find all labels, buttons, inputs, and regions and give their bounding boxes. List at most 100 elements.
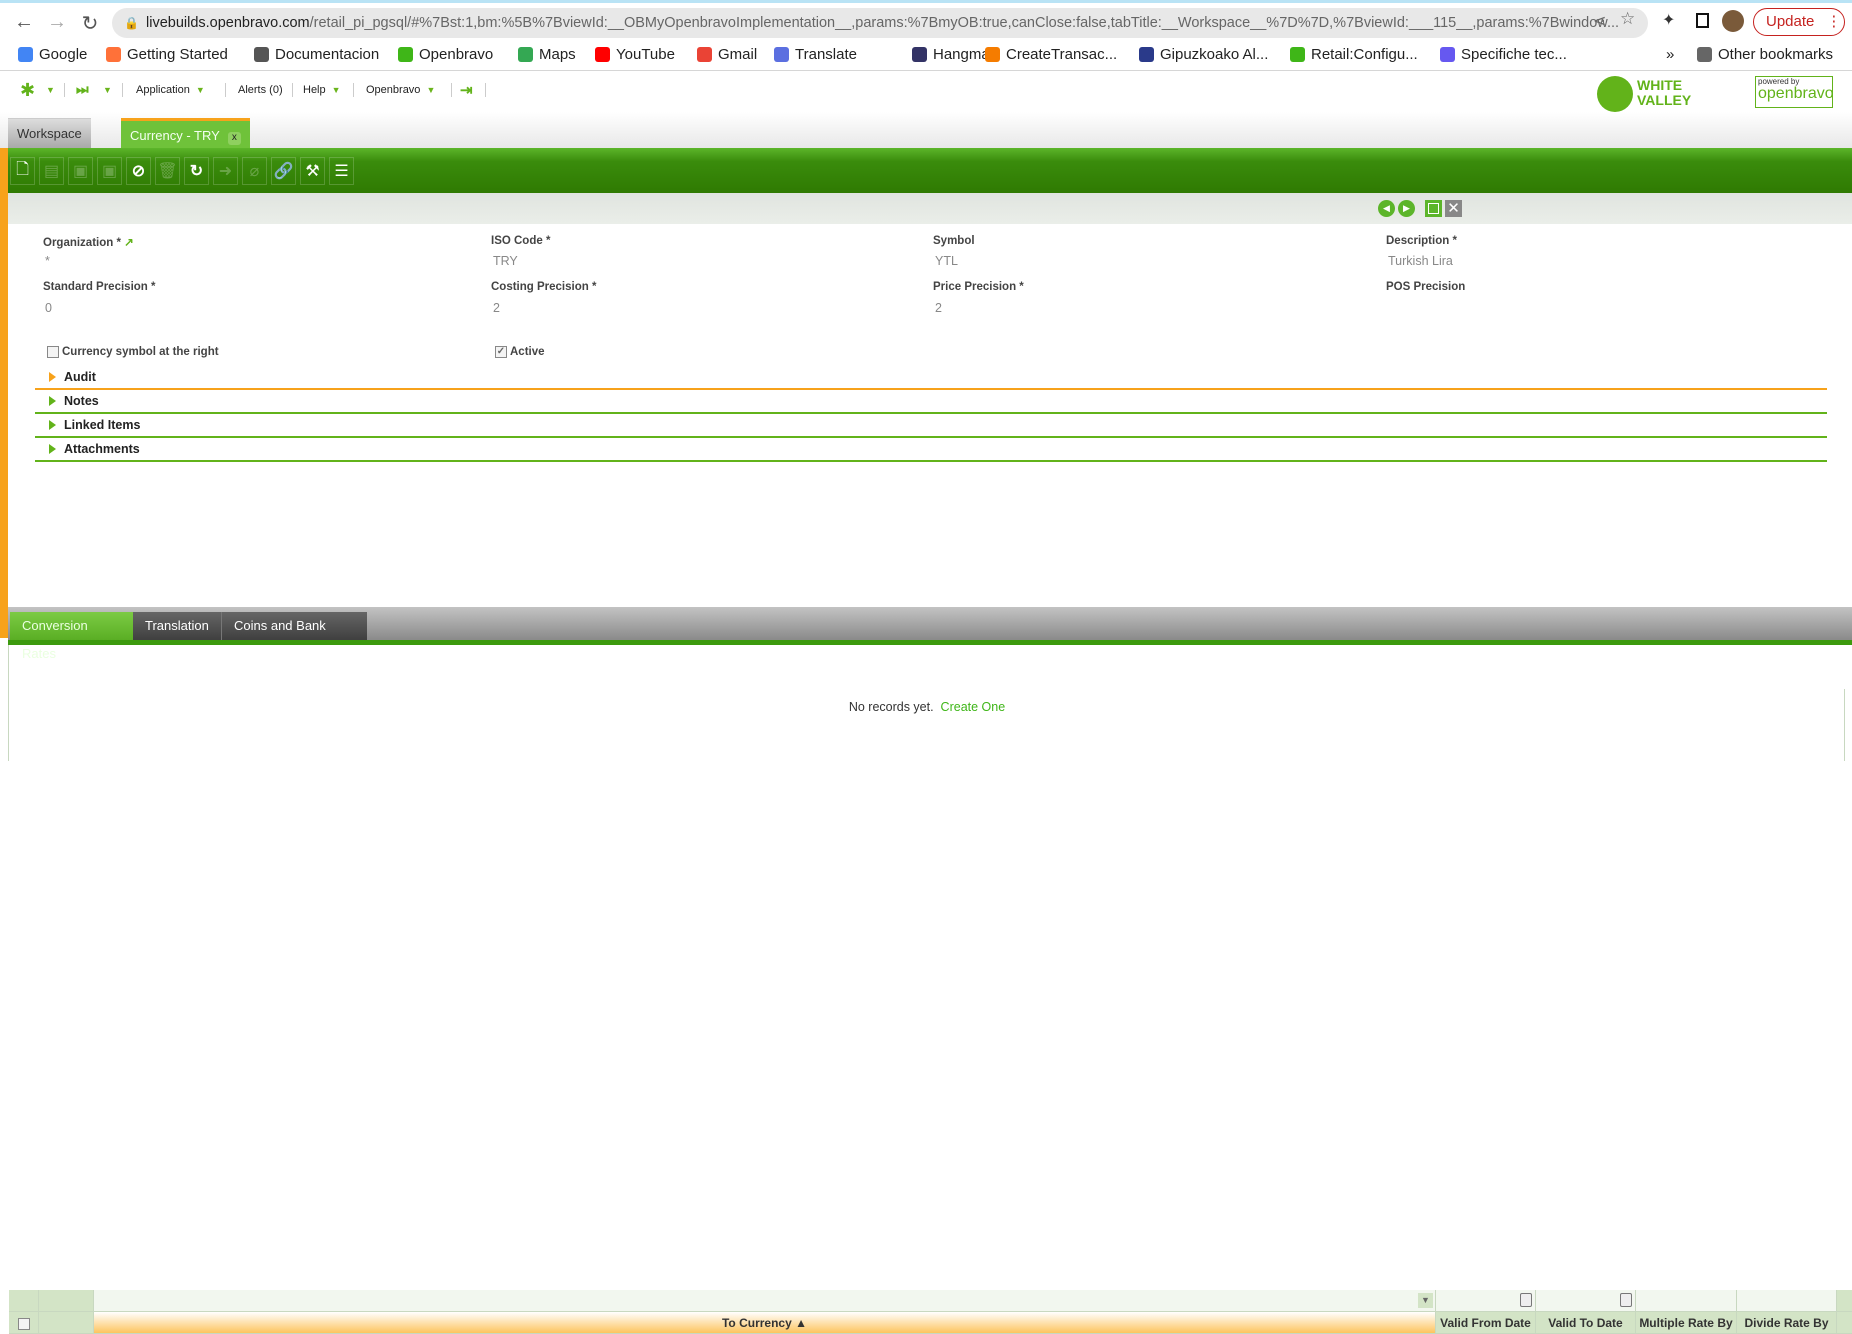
checkbox-checked[interactable]: ✓	[495, 346, 507, 358]
more-bookmarks-button[interactable]: »	[1666, 46, 1674, 63]
bookmark-item[interactable]: Openbravo	[398, 46, 493, 63]
column-divide-rate-by[interactable]: Divide Rate By	[1737, 1312, 1837, 1334]
forward-icon[interactable]: →	[45, 11, 69, 34]
toggle-view-icon[interactable]: ☰	[329, 157, 354, 185]
attachment-icon[interactable]: ⌀	[242, 157, 267, 185]
costing-precision-field[interactable]: 2	[493, 301, 500, 315]
tab-currency-try[interactable]: Currency - TRY x	[121, 118, 250, 148]
menu-help[interactable]: Help ▼	[303, 84, 341, 96]
filter-divide-rate[interactable]	[1737, 1290, 1837, 1312]
standard-precision-field[interactable]: 0	[45, 301, 52, 315]
bookmark-label: Documentacion	[275, 46, 380, 63]
address-bar[interactable]: 🔒 livebuilds.openbravo.com/retail_pi_pgs…	[112, 8, 1648, 38]
organization-field[interactable]: *	[45, 254, 50, 268]
filter-valid-to[interactable]	[1536, 1290, 1636, 1312]
delete-icon[interactable]: 🗑	[155, 157, 180, 185]
reload-icon[interactable]: ↻	[78, 11, 102, 36]
next-record-icon[interactable]: ▶	[1398, 200, 1415, 217]
menu-openbravo[interactable]: Openbravo ▼	[366, 84, 435, 96]
bookmark-item[interactable]: Retail:Configu...	[1290, 46, 1418, 63]
back-icon[interactable]: ←	[12, 11, 36, 34]
share-icon[interactable]: ⋖	[1593, 11, 1606, 31]
description-field[interactable]: Turkish Lira	[1388, 254, 1453, 268]
column-multiple-rate-by[interactable]: Multiple Rate By	[1636, 1312, 1737, 1334]
sidepanel-icon[interactable]	[1696, 13, 1709, 28]
bookmark-label: Translate	[795, 46, 857, 63]
update-button[interactable]: Update ⋮	[1753, 8, 1845, 36]
white-valley-logo-icon	[1597, 76, 1633, 112]
calendar-icon[interactable]	[1620, 1293, 1632, 1307]
customize-icon[interactable]: ⚒	[300, 157, 325, 185]
iso-code-field[interactable]: TRY	[493, 254, 518, 268]
select-all-checkbox[interactable]	[9, 1312, 39, 1334]
bookmark-item[interactable]: Translate	[774, 46, 857, 63]
bookmark-icon	[1139, 47, 1154, 62]
bookmark-icon	[985, 47, 1000, 62]
close-tab-icon[interactable]: x	[227, 132, 241, 145]
filter-multiple-rate[interactable]	[1636, 1290, 1737, 1312]
filter-to-currency[interactable]: ▼	[94, 1290, 1436, 1312]
bookmark-item[interactable]: Getting Started	[106, 46, 228, 63]
previous-record-icon[interactable]: ◀	[1378, 200, 1395, 217]
symbol-field[interactable]: YTL	[935, 254, 958, 268]
create-one-link[interactable]: Create One	[941, 700, 1006, 714]
save-close-icon[interactable]: ▣	[97, 157, 122, 185]
subtab-translation[interactable]: Translation	[133, 612, 221, 640]
standard-precision-label: Standard Precision *	[43, 281, 156, 293]
active-checkbox[interactable]: ✓ Active	[495, 346, 545, 358]
logout-icon[interactable]: ⇥	[460, 81, 473, 99]
empty-message: No records yet. Create One	[9, 700, 1845, 714]
export-icon[interactable]: ➜	[213, 157, 238, 185]
section-linked-items[interactable]: Linked Items	[35, 414, 1827, 438]
grid-scrollbar[interactable]	[1844, 689, 1845, 761]
filter-valid-from[interactable]	[1436, 1290, 1536, 1312]
subtab-conversion-rates[interactable]: Conversion Rates	[10, 612, 133, 661]
bookmark-label: Getting Started	[127, 46, 228, 63]
avatar[interactable]	[1722, 10, 1744, 32]
menu-alerts[interactable]: Alerts (0)	[238, 84, 283, 96]
currency-symbol-right-checkbox[interactable]: Currency symbol at the right	[47, 346, 219, 358]
section-notes[interactable]: Notes	[35, 390, 1827, 414]
bookmark-item[interactable]: Maps	[518, 46, 576, 63]
subtab-coins-bank-notes[interactable]: Coins and Bank notes	[221, 612, 367, 661]
pos-precision-label: POS Precision	[1386, 281, 1466, 293]
bookmarks-bar: Google Getting Started Documentacion Openbr…	[0, 40, 1852, 71]
extensions-icon[interactable]: ✦	[1662, 10, 1675, 30]
bookmark-item[interactable]: CreateTransac...	[985, 46, 1117, 63]
link-icon[interactable]: 🔗	[271, 157, 296, 185]
column-valid-to-date[interactable]: Valid To Date	[1536, 1312, 1636, 1334]
save-icon[interactable]: ▣	[68, 157, 93, 185]
bookmark-item[interactable]: Documentacion	[254, 46, 379, 63]
maximize-icon[interactable]	[1425, 200, 1442, 217]
chevron-down-icon[interactable]: ▼	[1418, 1293, 1433, 1308]
chevron-down-icon[interactable]: ▼	[46, 85, 55, 95]
price-precision-field[interactable]: 2	[935, 301, 942, 315]
bookmark-item[interactable]: Gmail	[697, 46, 757, 63]
quick-create-icon[interactable]: ⏭	[76, 81, 89, 98]
status-bar: ◀ ▶ ✕	[8, 193, 1852, 224]
bookmark-item[interactable]: Gipuzkoako Al...	[1139, 46, 1268, 63]
bookmark-label: Openbravo	[419, 46, 494, 63]
openbravo-label: Openbravo	[366, 84, 421, 96]
section-audit[interactable]: Audit	[35, 366, 1827, 390]
tab-workspace[interactable]: Workspace	[8, 118, 91, 148]
column-to-currency[interactable]: To Currency ▲	[94, 1312, 1436, 1334]
checkbox-unchecked[interactable]	[47, 346, 59, 358]
menu-application[interactable]: Application ▼	[136, 84, 205, 96]
calendar-icon[interactable]	[1520, 1293, 1532, 1307]
undo-icon[interactable]: ⊘	[126, 157, 151, 185]
bookmark-item[interactable]: Google	[18, 46, 87, 63]
refresh-icon[interactable]: ↻	[184, 157, 209, 185]
quick-launch-icon[interactable]: ✱	[20, 80, 35, 101]
close-form-icon[interactable]: ✕	[1445, 200, 1462, 217]
section-attachments[interactable]: Attachments	[35, 438, 1827, 462]
column-valid-from-date[interactable]: Valid From Date	[1436, 1312, 1536, 1334]
bookmark-item[interactable]: Specifiche tec...	[1440, 46, 1567, 63]
bookmark-item[interactable]: YouTube	[595, 46, 675, 63]
chevron-down-icon[interactable]: ▼	[103, 85, 112, 95]
star-icon[interactable]: ☆	[1620, 9, 1635, 29]
new-document-icon[interactable]: 🗋	[10, 157, 35, 185]
white-valley-logo: WHITE VALLEY	[1637, 77, 1692, 108]
other-bookmarks[interactable]: Other bookmarks	[1697, 46, 1833, 63]
new-row-icon[interactable]: ▤	[39, 157, 64, 185]
